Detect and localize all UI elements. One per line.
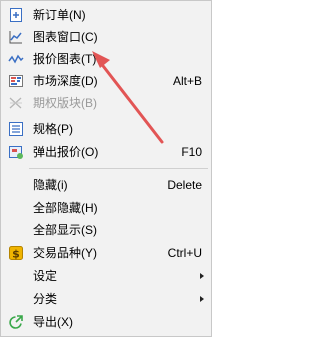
menu-separator: [29, 168, 208, 169]
menu-item-chart-window[interactable]: 图表窗口(C): [2, 26, 210, 48]
menu-item-shortcut: Delete: [167, 178, 202, 192]
chart-window-icon: [9, 31, 22, 44]
menu-item-label: 隐藏(i): [33, 178, 68, 192]
menu-item-hide-all[interactable]: 全部隐藏(H): [2, 197, 210, 219]
menu-item-label: 新订单(N): [33, 8, 86, 22]
export-icon: [9, 315, 23, 329]
menu-item-label: 期权版块(B): [33, 96, 97, 110]
menu-item-label: 设定: [33, 269, 58, 283]
menu-item-new-order[interactable]: 新订单(N): [2, 4, 210, 26]
specification-icon: [9, 122, 23, 136]
menu-item-show-all[interactable]: 全部显示(S): [2, 219, 210, 241]
menu-item-hide[interactable]: 隐藏(i) Delete: [2, 174, 210, 196]
svg-text:$: $: [12, 248, 20, 261]
menu-item-shortcut: Alt+B: [172, 74, 202, 88]
menu-item-label: 全部显示(S): [33, 223, 97, 237]
options-board-icon: [9, 97, 22, 109]
new-order-icon: [10, 8, 22, 22]
menu-item-options-board: 期权版块(B): [2, 92, 210, 114]
menu-item-export[interactable]: 导出(X): [2, 311, 210, 333]
symbols-icon: $: [9, 246, 23, 261]
market-depth-icon: [9, 75, 23, 87]
menu-item-sort[interactable]: 分类: [2, 288, 210, 310]
menu-item-shortcut: F10: [181, 145, 202, 159]
menu-item-label: 规格(P): [33, 122, 73, 136]
menu-item-market-depth[interactable]: 市场深度(D) Alt+B: [2, 70, 210, 92]
popup-quotes-icon: [9, 146, 23, 159]
menu-item-label: 市场深度(D): [33, 74, 98, 88]
menu-item-label: 报价图表(T): [33, 52, 97, 66]
submenu-arrow-icon: [200, 296, 204, 302]
quote-chart-icon: [8, 54, 24, 64]
menu-item-popup-quotes[interactable]: 弹出报价(O) F10: [2, 141, 210, 163]
menu-item-label: 弹出报价(O): [33, 145, 99, 159]
context-menu: 新订单(N) 图表窗口(C) 报价图表(T) 市场深度(D) Alt+B 期权版…: [0, 0, 212, 337]
menu-item-label: 分类: [33, 292, 58, 306]
menu-item-settings[interactable]: 设定: [2, 265, 210, 287]
menu-item-label: 导出(X): [33, 315, 73, 329]
menu-item-label: 图表窗口(C): [33, 30, 98, 44]
menu-item-symbols[interactable]: $ 交易品种(Y) Ctrl+U: [2, 242, 210, 264]
menu-item-label: 交易品种(Y): [33, 246, 97, 260]
menu-item-specification[interactable]: 规格(P): [2, 118, 210, 140]
menu-item-label: 全部隐藏(H): [33, 201, 98, 215]
menu-item-shortcut: Ctrl+U: [167, 246, 202, 260]
menu-item-quote-chart[interactable]: 报价图表(T): [2, 48, 210, 70]
submenu-arrow-icon: [200, 273, 204, 279]
